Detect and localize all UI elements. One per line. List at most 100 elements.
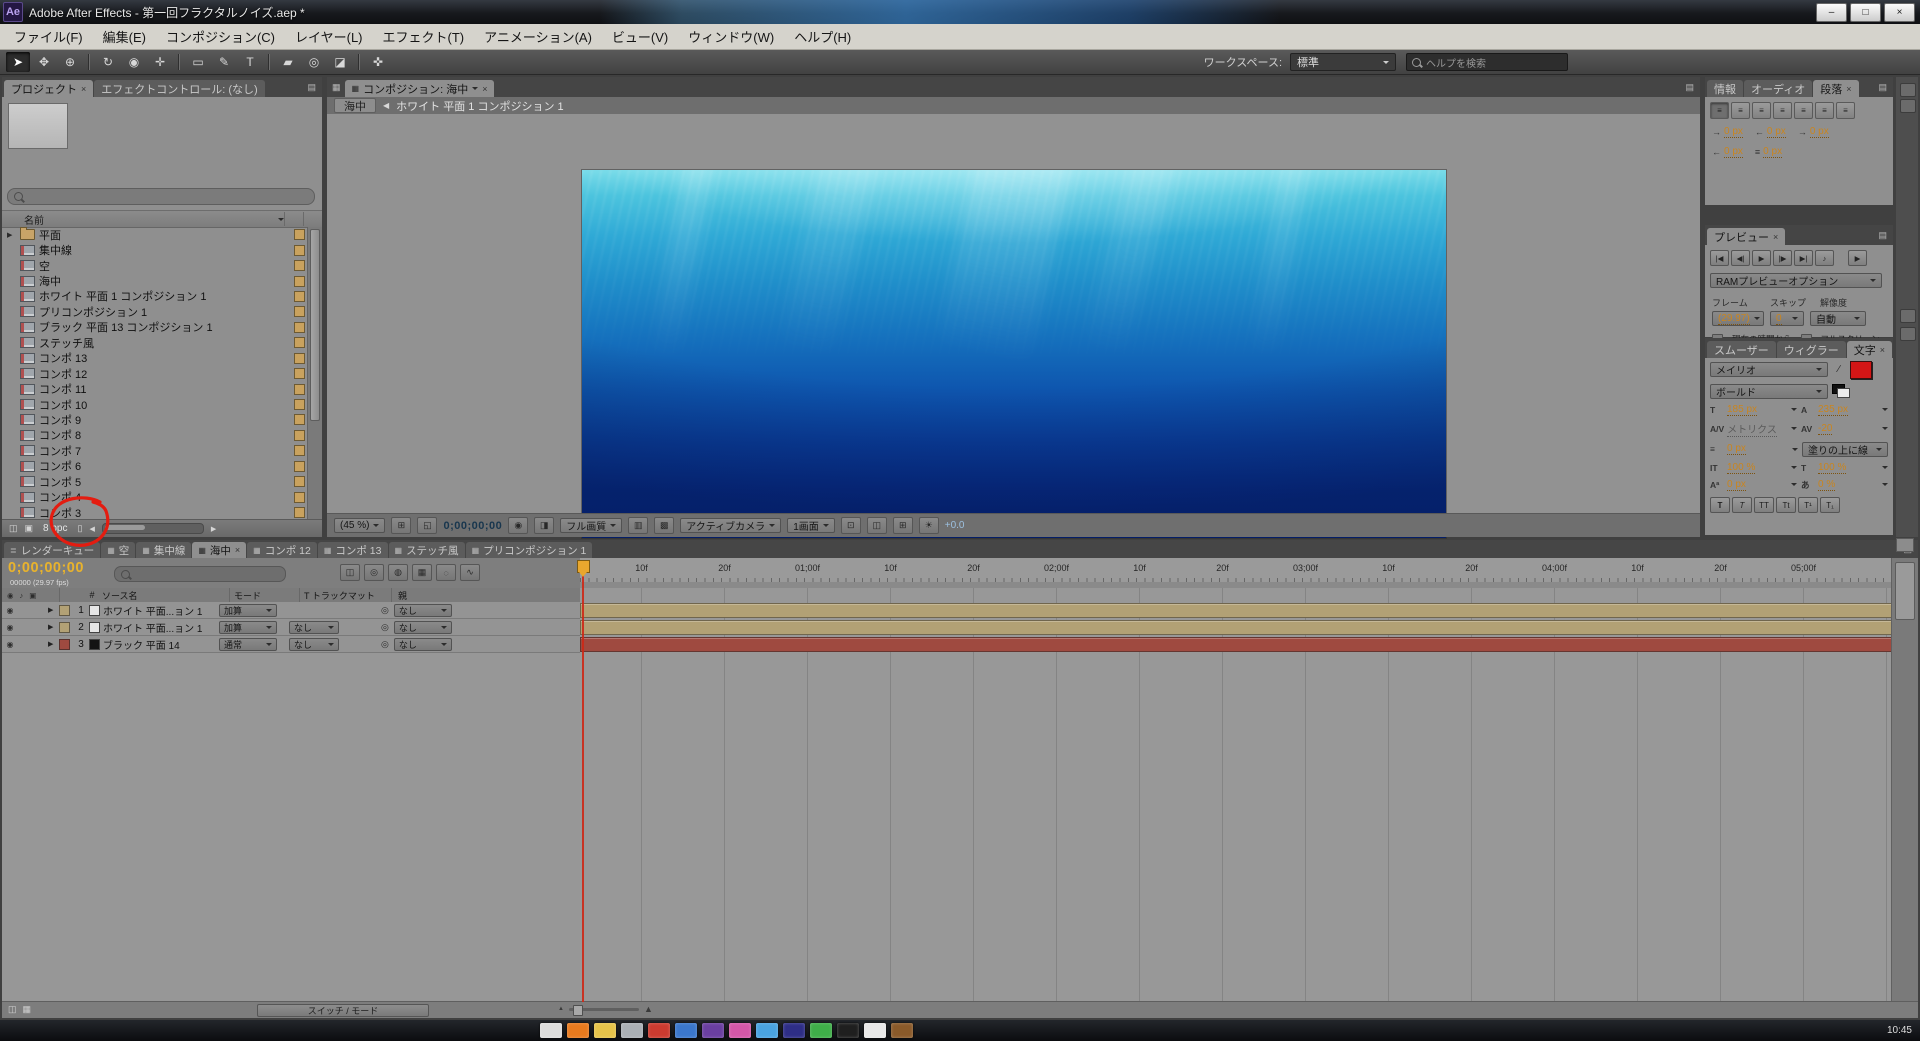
blend-mode-dropdown[interactable]: 加算 [219, 621, 277, 634]
menu-file[interactable]: ファイル(F) [4, 24, 93, 49]
project-item-folder[interactable]: ▶平面 [2, 227, 308, 242]
tab-comp-12[interactable]: ▦コンポ 12 [247, 542, 317, 558]
label-swatch[interactable] [294, 507, 305, 518]
menu-composition[interactable]: コンポジション(C) [156, 24, 285, 49]
skip-dropdown[interactable]: 0 [1770, 311, 1804, 326]
justify-last-right-button[interactable]: ≡ [1815, 102, 1834, 119]
transparency-grid-icon[interactable]: ▩ [654, 517, 674, 534]
audio-toggle-button[interactable]: ♪ [1815, 250, 1834, 266]
taskbar-clock[interactable]: 10:45 [1887, 1025, 1912, 1036]
pickwhip-icon[interactable]: ◎ [381, 639, 389, 650]
blend-mode-dropdown[interactable]: 加算 [219, 604, 277, 617]
project-item[interactable]: コンポ 11 [2, 381, 308, 396]
selection-tool[interactable]: ➤ [6, 52, 30, 72]
taskbar-app-icon[interactable] [864, 1023, 886, 1038]
panel-menu-icon[interactable]: ▤ [303, 82, 320, 93]
taskbar-app-icon[interactable] [621, 1023, 643, 1038]
comp-timecode[interactable]: 0;00;00;00 [443, 520, 502, 532]
draft-3d-icon[interactable]: ◎ [364, 564, 384, 581]
stroke-mode-dropdown[interactable]: 塗りの上に線 [1802, 442, 1888, 457]
layer-row-1[interactable]: ◉ ▶ 1 ホワイト 平面...ョン 1 加算 ◎なし [2, 602, 580, 619]
label-swatch[interactable] [294, 291, 305, 302]
project-item[interactable]: プリコンポジション 1 [2, 304, 308, 319]
kerning-field[interactable]: A/Vメトリクス [1710, 421, 1797, 437]
align-center-button[interactable]: ≡ [1731, 102, 1750, 119]
close-icon[interactable]: × [235, 545, 240, 555]
project-item[interactable]: コンポ 12 [2, 366, 308, 381]
faux-italic-button[interactable]: T [1732, 497, 1752, 513]
parent-dropdown[interactable]: なし [394, 621, 452, 634]
help-search-input[interactable]: ヘルプを検索 [1406, 53, 1568, 71]
space-after-field[interactable]: ≡0 px [1755, 146, 1782, 158]
shape-tool[interactable]: ▭ [186, 52, 210, 72]
label-swatch[interactable] [294, 445, 305, 456]
taskbar-app-icon[interactable] [675, 1023, 697, 1038]
scrollbar-thumb[interactable] [105, 525, 145, 530]
taskbar-app-icon[interactable] [810, 1023, 832, 1038]
vertical-scale-field[interactable]: IT100 % [1710, 462, 1797, 474]
exposure-sun-icon[interactable]: ☀ [919, 517, 939, 534]
leading-field[interactable]: A235 px [1801, 404, 1888, 416]
brush-tool[interactable]: ▰ [276, 52, 300, 72]
fill-color-swatch[interactable] [1850, 361, 1872, 379]
all-caps-button[interactable]: TT [1754, 497, 1774, 513]
docked-panel-button[interactable] [1900, 309, 1916, 323]
label-swatch[interactable] [294, 276, 305, 287]
clone-stamp-tool[interactable]: ◎ [302, 52, 326, 72]
parent-dropdown[interactable]: なし [394, 604, 452, 617]
label-swatch[interactable] [294, 384, 305, 395]
parent-dropdown[interactable]: なし [394, 638, 452, 651]
taskbar-app-icon[interactable] [783, 1023, 805, 1038]
project-item[interactable]: 集中線 [2, 242, 308, 257]
comp-marker-bin-icon[interactable] [1896, 538, 1914, 552]
project-item[interactable]: 空 [2, 258, 308, 273]
align-right-button[interactable]: ≡ [1752, 102, 1771, 119]
unified-camera-tool[interactable]: ◉ [122, 52, 146, 72]
kerning-value[interactable]: メトリクス [1727, 421, 1777, 437]
font-family-dropdown[interactable]: メイリオ [1710, 362, 1828, 377]
scroll-right-icon[interactable]: ▶ [211, 525, 216, 533]
motion-blur-icon[interactable]: ◌ [436, 564, 456, 581]
grid-guides-icon[interactable]: ⊞ [391, 517, 411, 534]
3d-view-dropdown[interactable]: アクティブカメラ [680, 518, 781, 533]
resolution-dropdown[interactable]: フル画質 [560, 518, 622, 533]
graph-editor-icon[interactable]: ∿ [460, 564, 480, 581]
docked-panel-button[interactable] [1900, 327, 1916, 341]
scrollbar-thumb[interactable] [1895, 562, 1915, 620]
taskbar-app-icon[interactable] [567, 1023, 589, 1038]
panel-menu-icon[interactable]: ▤ [1681, 82, 1698, 93]
project-item[interactable]: ステッチ風 [2, 335, 308, 350]
playhead-marker[interactable] [577, 560, 590, 573]
menu-animation[interactable]: アニメーション(A) [474, 24, 602, 49]
twirl-icon[interactable]: ▶ [46, 640, 59, 648]
new-folder-icon[interactable]: ◫ [9, 523, 18, 534]
minimize-button[interactable]: – [1816, 3, 1847, 22]
faux-bold-button[interactable]: T [1710, 497, 1730, 513]
tsume-field[interactable]: あ0 % [1801, 479, 1888, 491]
label-swatch[interactable] [294, 476, 305, 487]
label-swatch[interactable] [294, 492, 305, 503]
tab-wiggler[interactable]: ウィグラー [1777, 341, 1846, 358]
close-icon[interactable]: × [1773, 232, 1778, 242]
label-swatch[interactable] [294, 337, 305, 348]
leading-value[interactable]: 235 px [1818, 404, 1848, 416]
taskbar-app-icon[interactable] [837, 1023, 859, 1038]
docked-panel-button[interactable] [1900, 99, 1916, 113]
breadcrumb-parent[interactable]: ホワイト 平面 1 コンポジション 1 [396, 98, 563, 114]
menu-window[interactable]: ウィンドウ(W) [678, 24, 784, 49]
project-item[interactable]: コンポ 5 [2, 474, 308, 489]
project-item[interactable]: コンポ 6 [2, 459, 308, 474]
space-before-field[interactable]: ←0 px [1712, 146, 1743, 158]
project-item[interactable]: コンポ 13 [2, 351, 308, 366]
taskbar-app-icon[interactable] [702, 1023, 724, 1038]
taskbar-app-icon[interactable] [594, 1023, 616, 1038]
space-value[interactable]: 0 px [1763, 146, 1782, 158]
twirl-icon[interactable]: ▶ [7, 231, 16, 239]
panel-menu-icon[interactable]: ▤ [1874, 230, 1891, 241]
project-scrollbar[interactable] [307, 227, 322, 520]
tab-comp-13[interactable]: ▦コンポ 13 [318, 542, 388, 558]
label-swatch[interactable] [294, 399, 305, 410]
project-list-header[interactable]: 名前 [2, 210, 322, 228]
tab-paragraph[interactable]: 段落× [1813, 80, 1858, 97]
source-name-column-header[interactable]: ソース名 [100, 588, 230, 602]
